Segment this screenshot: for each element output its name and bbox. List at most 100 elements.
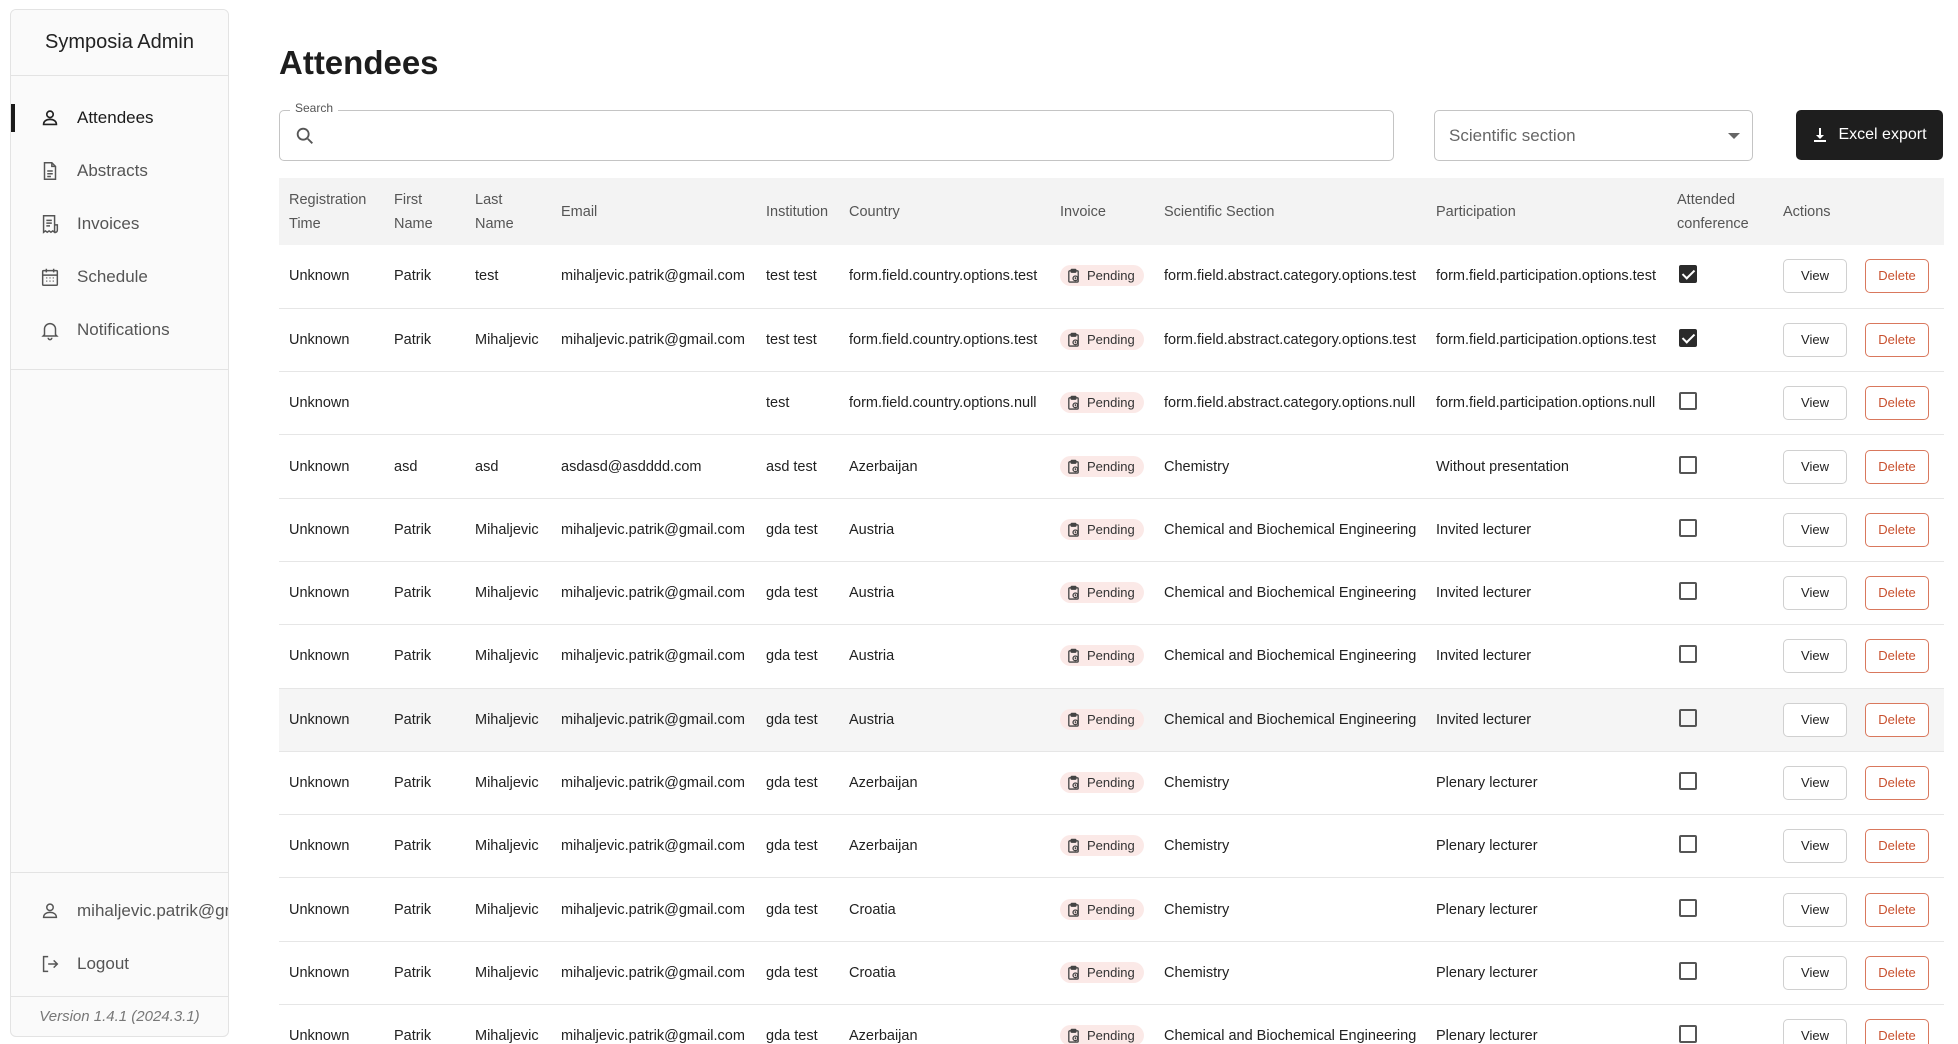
column-header[interactable]: Country [839,178,1050,245]
chevron-down-icon [1728,133,1740,139]
view-button[interactable]: View [1783,512,1847,547]
column-header[interactable]: First Name [384,178,465,245]
cell-actions: View Delete [1773,941,1944,1004]
view-button[interactable]: View [1783,955,1847,990]
cell-actions: View Delete [1773,245,1944,308]
attended-checkbox[interactable] [1679,961,1697,980]
sidebar-item-schedule[interactable]: Schedule [11,250,228,303]
sidebar-item-attendees[interactable]: Attendees [11,91,228,144]
cell-scientific-section: Chemistry [1164,458,1230,475]
cell-registration-time: Unknown [289,521,350,538]
cell-registration-time: Unknown [289,458,350,475]
delete-button[interactable]: Delete [1865,322,1929,357]
cell-institution: gda test [766,901,818,918]
delete-button[interactable]: Delete [1865,386,1929,421]
attended-checkbox[interactable] [1679,898,1697,917]
attended-checkbox[interactable] [1679,328,1697,347]
view-button[interactable]: View [1783,576,1847,611]
logout-button[interactable]: Logout [11,937,228,990]
cell-scientific-section: Chemistry [1164,838,1230,855]
column-header[interactable]: Attended conference [1667,178,1773,245]
table-row: Unknown Patrik Mihaljevic mihaljevic.pat… [279,308,1944,372]
attended-checkbox[interactable] [1679,835,1697,854]
cell-invoice: Pending [1050,498,1154,561]
column-header[interactable]: Registration Time [279,178,384,245]
cell-invoice: Pending [1050,878,1154,941]
attended-checkbox[interactable] [1679,455,1697,474]
search-input[interactable] [324,115,1393,156]
attended-checkbox[interactable] [1679,645,1697,664]
delete-button[interactable]: Delete [1865,449,1929,484]
column-header[interactable]: Email [551,178,756,245]
cell-first-name: Patrik [394,331,432,348]
delete-button[interactable]: Delete [1865,639,1929,674]
attended-checkbox[interactable] [1679,392,1697,411]
column-header[interactable]: Scientific Section [1154,178,1426,245]
sidebar-nav: Attendees Abstracts Invoices Schedule No… [11,76,228,370]
column-header[interactable]: Invoice [1050,178,1154,245]
search-field[interactable]: Search [279,101,1394,161]
view-button[interactable]: View [1783,449,1847,484]
cell-last-name: Mihaljevic [475,711,539,728]
logout-icon [42,955,59,972]
cell-scientific-section: Chemistry [1164,964,1230,981]
cell-actions: View Delete [1773,308,1944,371]
attended-checkbox[interactable] [1679,772,1697,791]
attended-checkbox[interactable] [1679,708,1697,727]
cell-last-name: Mihaljevic [475,775,539,792]
invoice-status-badge: Pending [1060,392,1144,414]
delete-button[interactable]: Delete [1865,766,1929,801]
delete-button[interactable]: Delete [1865,892,1929,927]
cell-email: mihaljevic.patrik@gmail.com [561,838,745,855]
delete-button[interactable]: Delete [1865,702,1929,737]
view-button[interactable]: View [1783,259,1847,294]
sidebar-item-invoices[interactable]: Invoices [11,197,228,250]
attended-checkbox[interactable] [1679,582,1697,601]
view-button[interactable]: View [1783,1019,1847,1044]
cell-registration-time: Unknown [289,331,350,348]
cell-attended [1667,1005,1773,1044]
delete-button[interactable]: Delete [1865,829,1929,864]
sidebar-item-abstracts[interactable]: Abstracts [11,144,228,197]
attended-checkbox[interactable] [1679,1025,1697,1044]
column-header[interactable]: Last Name [465,178,551,245]
invoice-status-badge: Pending [1060,455,1144,477]
view-button[interactable]: View [1783,829,1847,864]
view-button[interactable]: View [1783,322,1847,357]
view-button[interactable]: View [1783,386,1847,421]
cell-actions: View Delete [1773,561,1944,624]
calendar-icon [41,268,59,286]
column-header[interactable]: Participation [1426,178,1667,245]
attended-checkbox[interactable] [1679,518,1697,537]
delete-button[interactable]: Delete [1865,1019,1929,1044]
view-button[interactable]: View [1783,639,1847,674]
cell-institution: gda test [766,964,818,981]
view-button[interactable]: View [1783,702,1847,737]
delete-button[interactable]: Delete [1865,512,1929,547]
attended-checkbox[interactable] [1679,265,1697,284]
clipboard-icon [1068,522,1079,537]
cell-participation: Plenary lecturer [1436,775,1538,792]
cell-actions: View Delete [1773,625,1944,688]
invoice-status-label: Pending [1087,458,1135,474]
delete-button[interactable]: Delete [1865,259,1929,294]
sidebar-item-notifications[interactable]: Notifications [11,303,228,356]
cell-institution: gda test [766,838,818,855]
delete-button[interactable]: Delete [1865,955,1929,990]
scientific-section-select[interactable]: Scientific section [1434,110,1753,161]
cell-institution: test [766,395,790,412]
cell-registration-time: Unknown [289,711,350,728]
user-account[interactable]: mihaljevic.patrik@gmail.com [11,884,228,937]
excel-export-button[interactable]: Excel export [1796,110,1943,160]
view-button[interactable]: View [1783,892,1847,927]
delete-button[interactable]: Delete [1865,576,1929,611]
table-row: Unknown Patrik Mihaljevic mihaljevic.pat… [279,498,1944,562]
cell-scientific-section: Chemical and Biochemical Engineering [1164,711,1417,728]
column-header[interactable]: Institution [756,178,839,245]
cell-last-name: Mihaljevic [475,521,539,538]
attendees-table: Registration Time First Name Last Name E… [279,178,1944,1044]
view-button[interactable]: View [1783,766,1847,801]
cell-first-name [384,372,465,435]
cell-attended [1667,561,1773,624]
cell-first-name: Patrik [394,775,432,792]
